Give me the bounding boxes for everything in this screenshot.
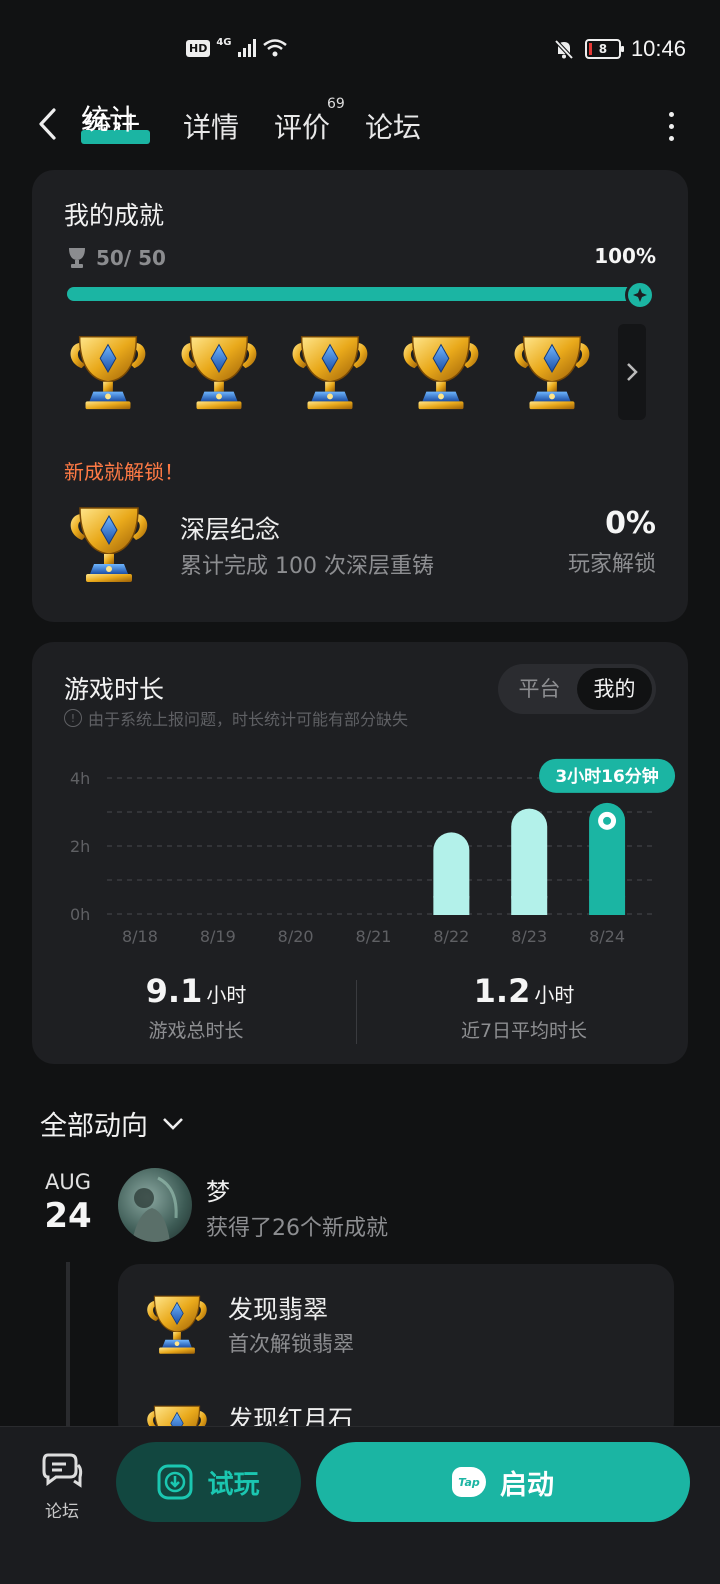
user-name[interactable]: 梦 — [206, 1172, 230, 1207]
activity-filter-label: 全部动向 — [40, 1111, 148, 1142]
activity-month: AUG — [44, 1170, 91, 1194]
chart-y-tick: 4h — [70, 769, 90, 788]
trophy-icon[interactable] — [397, 328, 485, 418]
trophy-icon[interactable] — [286, 328, 374, 418]
chart-x-tick: 8/21 — [356, 927, 392, 946]
chart-bar-base — [511, 896, 548, 915]
bottom-action-bar: 论坛 试玩 Tap 启动 — [0, 1426, 720, 1584]
achievement-progress-fill — [67, 287, 653, 301]
activity-day: 24 — [44, 1196, 92, 1236]
chart-bar-base — [589, 896, 626, 915]
latest-achievement-name: 深层纪念 — [180, 515, 281, 544]
trophy-count-text: 50/ 50 — [96, 246, 166, 270]
latest-achievement-desc: 累计完成 100 次深层重铸 — [180, 554, 434, 579]
new-achievement-label: 新成就解锁！ — [64, 460, 184, 484]
chart-bar-base — [433, 896, 470, 915]
total-playtime-unit: 小时 — [206, 983, 247, 1007]
trophy-icon[interactable] — [175, 328, 263, 418]
progress-percent: 100% — [594, 244, 656, 268]
tap-logo-icon: Tap — [452, 1467, 486, 1497]
clock: 10:46 — [630, 36, 686, 61]
trophy-small-icon — [69, 248, 85, 268]
trophy-more-button[interactable] — [618, 324, 646, 420]
feed-item-title: 发现翡翠 — [228, 1295, 329, 1324]
chart-y-tick: 2h — [70, 837, 90, 856]
chart-tooltip-text: 3小时16分钟 — [555, 766, 659, 787]
battery-level: 8 — [598, 42, 608, 56]
chart-x-tick: 8/23 — [511, 927, 547, 946]
forum-button[interactable]: 论坛 — [34, 1449, 90, 1522]
achievement-progress-bar — [67, 280, 655, 310]
signal-icon — [237, 39, 256, 57]
chart-x-tick: 8/20 — [278, 927, 314, 946]
avg-playtime: 1.2 小时 近7日平均时长 — [364, 972, 684, 1043]
trial-label: 试玩 — [207, 1469, 260, 1500]
activity-filter[interactable]: 全部动向 — [40, 1104, 184, 1143]
chevron-down-icon — [163, 1117, 183, 1130]
total-playtime-label: 游戏总时长 — [148, 1020, 244, 1042]
download-icon — [157, 1464, 193, 1500]
hd-icon: HD — [186, 39, 211, 57]
tab-stats-label-overlay: 统计 — [81, 103, 138, 136]
total-playtime-value: 9.1 — [145, 972, 203, 1010]
chart-y-tick: 0h — [70, 905, 90, 924]
trial-button[interactable]: 试玩 — [116, 1442, 301, 1522]
timeline-line — [66, 1262, 70, 1432]
trophy-count: 50/ 50 — [66, 246, 166, 270]
chevron-right-icon — [627, 363, 638, 381]
chart-x-tick: 8/24 — [589, 927, 625, 946]
launch-button[interactable]: Tap 启动 — [316, 1442, 690, 1522]
status-bar: HD 4G 8 10:46 — [0, 0, 720, 100]
battery-icon: 8 — [584, 39, 624, 59]
mute-bell-icon — [554, 39, 574, 60]
chart-bar-marker-dot — [603, 816, 612, 825]
latest-achievement-percent-label: 玩家解锁 — [567, 552, 656, 577]
trophy-icon[interactable] — [64, 328, 152, 418]
avg-playtime-value: 1.2 — [473, 972, 531, 1010]
tab-details[interactable]: 详情 — [183, 106, 239, 146]
avatar[interactable] — [118, 1168, 192, 1242]
tab-reviews[interactable]: 评价 — [274, 106, 330, 146]
user-action: 获得了26个新成就 — [206, 1216, 388, 1241]
stat-divider — [356, 980, 357, 1044]
playtime-chart: 0h 2h 4h 8/18 8/19 8/20 8/21 8/22 8/23 8/24 3小时16分… — [70, 758, 676, 946]
achievements-title: 我的成就 — [64, 201, 165, 230]
back-arrow-icon[interactable] — [34, 104, 64, 144]
achievement-feed-card: 发现翡翠 首次解锁翡翠 发现红月石 — [118, 1264, 674, 1444]
tab-forum[interactable]: 论坛 — [365, 106, 421, 146]
chart-x-tick: 8/19 — [200, 927, 236, 946]
status-left: HD 4G — [186, 36, 288, 58]
trophy-list — [64, 328, 596, 418]
trophy-icon[interactable] — [508, 328, 596, 418]
avg-playtime-label: 近7日平均时长 — [460, 1020, 588, 1042]
status-right: 8 10:46 — [553, 36, 686, 62]
feed-item-desc: 首次解锁翡翠 — [228, 1332, 354, 1356]
trophy-icon — [142, 1290, 212, 1360]
latest-trophy-icon — [64, 500, 154, 590]
total-playtime: 9.1 小时 游戏总时长 — [36, 972, 356, 1043]
launch-label: 启动 — [500, 1469, 554, 1501]
more-options-icon[interactable] — [669, 112, 674, 141]
wifi-icon — [262, 39, 287, 57]
progress-star-icon — [625, 280, 655, 310]
achievements-card: 我的成就 50/ 50 100% 新成就解锁！ 深层纪念 累计完成 100 次深… — [32, 170, 688, 622]
review-count-badge: 69 — [327, 96, 345, 112]
latest-achievement-percent: 0% — [605, 506, 656, 541]
forum-label: 论坛 — [45, 1502, 79, 1522]
chart-x-tick: 8/18 — [122, 927, 158, 946]
network-type: 4G — [216, 36, 232, 48]
chat-bubble-icon — [42, 1453, 83, 1488]
playtime-card: 游戏时长 ! 由于系统上报问题，时长统计可能有部分缺失 平台 我的 0h 2h 4h… — [32, 642, 688, 1064]
avg-playtime-unit: 小时 — [534, 983, 575, 1007]
chart-x-tick: 8/22 — [433, 927, 469, 946]
